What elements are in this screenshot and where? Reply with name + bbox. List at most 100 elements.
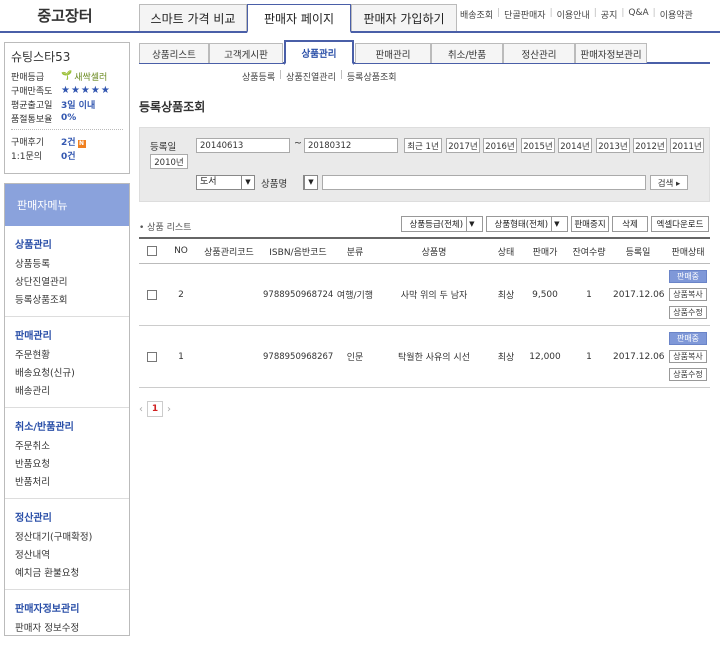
excel-download-button[interactable]: 엑셀다운로드: [651, 216, 709, 232]
cell-category: 인문: [346, 353, 364, 363]
status-onsale-button[interactable]: 판매중: [669, 332, 707, 345]
link-favorite-sellers[interactable]: 단골판매자: [504, 8, 545, 21]
menu-group-product: 상품관리 상품등록 상단진열관리 등록상품조회: [5, 226, 129, 317]
year-button[interactable]: 최근 1년: [404, 138, 442, 153]
search-button[interactable]: 검색 ▸: [650, 175, 688, 190]
menu-item[interactable]: 상단진열관리: [15, 274, 119, 292]
year-button[interactable]: 2012년: [633, 138, 667, 153]
divider: [11, 129, 123, 130]
brand-logo[interactable]: 중고장터: [0, 0, 130, 31]
link-notice[interactable]: 공지: [601, 8, 618, 21]
menu-group-title[interactable]: 취소/반품관리: [15, 418, 119, 433]
menu-item[interactable]: 배송요청(신규): [15, 365, 119, 383]
year-button[interactable]: 2014년: [558, 138, 592, 153]
menu-item[interactable]: 정산대기(구매확정): [15, 529, 119, 547]
cell-qty: 1: [586, 351, 592, 362]
menu-item[interactable]: 배송관리: [15, 383, 119, 401]
menu-item[interactable]: 반품처리: [15, 474, 119, 492]
table-header: NO 상품관리코드 ISBN/음반코드 분류 상품명 상태 판매가 잔여수량 등…: [139, 239, 710, 264]
tab-seller-join[interactable]: 판매자 가입하기: [351, 4, 457, 31]
col-price: 판매가: [532, 247, 558, 258]
menu-item[interactable]: 주문현황: [15, 347, 119, 365]
row-checkbox[interactable]: [147, 289, 157, 300]
edit-product-button[interactable]: 상품수정: [669, 306, 707, 319]
tab-product-list[interactable]: 상품리스트: [139, 43, 209, 63]
select-all-checkbox[interactable]: [147, 246, 157, 256]
menu-group-sales: 판매관리 주문현황 배송요청(신규) 배송관리: [5, 317, 129, 408]
menu-title: 판매자메뉴: [5, 184, 129, 226]
menu-group-title[interactable]: 상품관리: [15, 236, 119, 251]
cell-isbn: 9788950968724: [263, 289, 334, 300]
delete-button[interactable]: 삭제: [612, 216, 648, 232]
cell-title[interactable]: 탁월한 사유의 시선: [381, 350, 487, 363]
crumb-display[interactable]: 상품진열관리: [286, 70, 336, 83]
menu-item[interactable]: 등록상품조회: [15, 292, 119, 310]
menu-item[interactable]: 예치금 환불요청: [15, 565, 119, 583]
soldout-label: 품절통보율: [11, 114, 53, 125]
tab-cancel-return[interactable]: 취소/반품: [431, 43, 503, 63]
inquiry-label: 1:1문의: [11, 151, 43, 162]
cell-no: 1: [178, 351, 184, 362]
link-delivery[interactable]: 배송조회: [460, 8, 493, 21]
page-title: 등록상품조회: [139, 100, 206, 114]
date-from-input[interactable]: [196, 138, 290, 153]
menu-item[interactable]: 정산내역: [15, 547, 119, 565]
date-to-input[interactable]: [304, 138, 398, 153]
grade-filter-select[interactable]: 상품등급(전체) ▼: [401, 216, 483, 232]
copy-product-button[interactable]: 상품복사: [669, 350, 707, 363]
copy-product-button[interactable]: 상품복사: [669, 288, 707, 301]
col-condition: 상태: [497, 247, 515, 258]
menu-group-title[interactable]: 판매관리: [15, 327, 119, 342]
menu-group-title[interactable]: 판매자정보관리: [15, 600, 119, 615]
review-value[interactable]: 2건 N: [61, 135, 86, 148]
link-guide[interactable]: 이용안내: [557, 8, 590, 21]
field-select[interactable]: ▼: [303, 175, 318, 190]
link-terms[interactable]: 이용약관: [660, 8, 693, 21]
table-row: 1 9788950968267 인문 탁월한 사유의 시선 최상 12,000 …: [139, 326, 710, 388]
cell-date: 2017.12.06: [613, 289, 665, 300]
tab-seller-info[interactable]: 판매자정보관리: [575, 43, 647, 63]
satisfaction-label: 구매만족도: [11, 86, 53, 97]
next-page-icon[interactable]: ›: [167, 404, 171, 415]
page-1[interactable]: 1: [147, 401, 163, 417]
col-no: NO: [174, 246, 188, 256]
year-button[interactable]: 2017년: [446, 138, 480, 153]
status-filter-select[interactable]: 상품형태(전체) ▼: [486, 216, 568, 232]
stop-sale-button[interactable]: 판매중지: [571, 216, 609, 232]
col-title: 상품명: [421, 247, 447, 258]
menu-group-title[interactable]: 정산관리: [15, 509, 119, 524]
year-button[interactable]: 2010년: [150, 154, 188, 169]
link-qna[interactable]: Q&A: [628, 8, 648, 21]
year-button[interactable]: 2013년: [596, 138, 630, 153]
status-onsale-button[interactable]: 판매중: [669, 270, 707, 283]
menu-item[interactable]: 판매자 정보수정: [15, 620, 119, 638]
seller-name: 슈팅스타53: [11, 50, 71, 64]
crumb-register[interactable]: 상품등록: [242, 70, 275, 83]
cell-condition: 최상: [497, 353, 515, 363]
keyword-input[interactable]: [322, 175, 646, 190]
tab-customer-board[interactable]: 고객게시판: [209, 43, 283, 63]
year-button[interactable]: 2015년: [521, 138, 555, 153]
chevron-down-icon: ▼: [304, 176, 317, 189]
menu-item[interactable]: 주문취소: [15, 438, 119, 456]
year-button[interactable]: 2011년: [670, 138, 704, 153]
cell-title[interactable]: 사막 위의 두 남자: [381, 288, 487, 301]
tab-seller-page[interactable]: 판매자 페이지: [247, 4, 351, 33]
ship-label: 평균출고일: [11, 100, 53, 111]
tab-product-manage[interactable]: 상품관리: [284, 40, 354, 65]
list-label: • 상품 리스트: [139, 223, 192, 233]
menu-item[interactable]: 반품요청: [15, 456, 119, 474]
year-button[interactable]: 2016년: [483, 138, 517, 153]
menu-item[interactable]: 상품등록: [15, 256, 119, 274]
prev-page-icon[interactable]: ‹: [139, 404, 143, 415]
row-checkbox[interactable]: [147, 351, 157, 362]
category-select[interactable]: 도서 ▼: [196, 175, 255, 190]
crumb-search[interactable]: 등록상품조회: [347, 70, 397, 83]
inquiry-value[interactable]: 0건: [61, 149, 76, 162]
product-table: NO 상품관리코드 ISBN/음반코드 분류 상품명 상태 판매가 잔여수량 등…: [139, 237, 710, 388]
tab-sales-manage[interactable]: 판매관리: [355, 43, 431, 63]
tab-settlement[interactable]: 정산관리: [503, 43, 575, 63]
tab-smart-price[interactable]: 스마트 가격 비교: [139, 4, 247, 31]
top-links: 배송조회 | 단골판매자 | 이용안내 | 공지 | Q&A | 이용약관: [460, 8, 693, 21]
edit-product-button[interactable]: 상품수정: [669, 368, 707, 381]
